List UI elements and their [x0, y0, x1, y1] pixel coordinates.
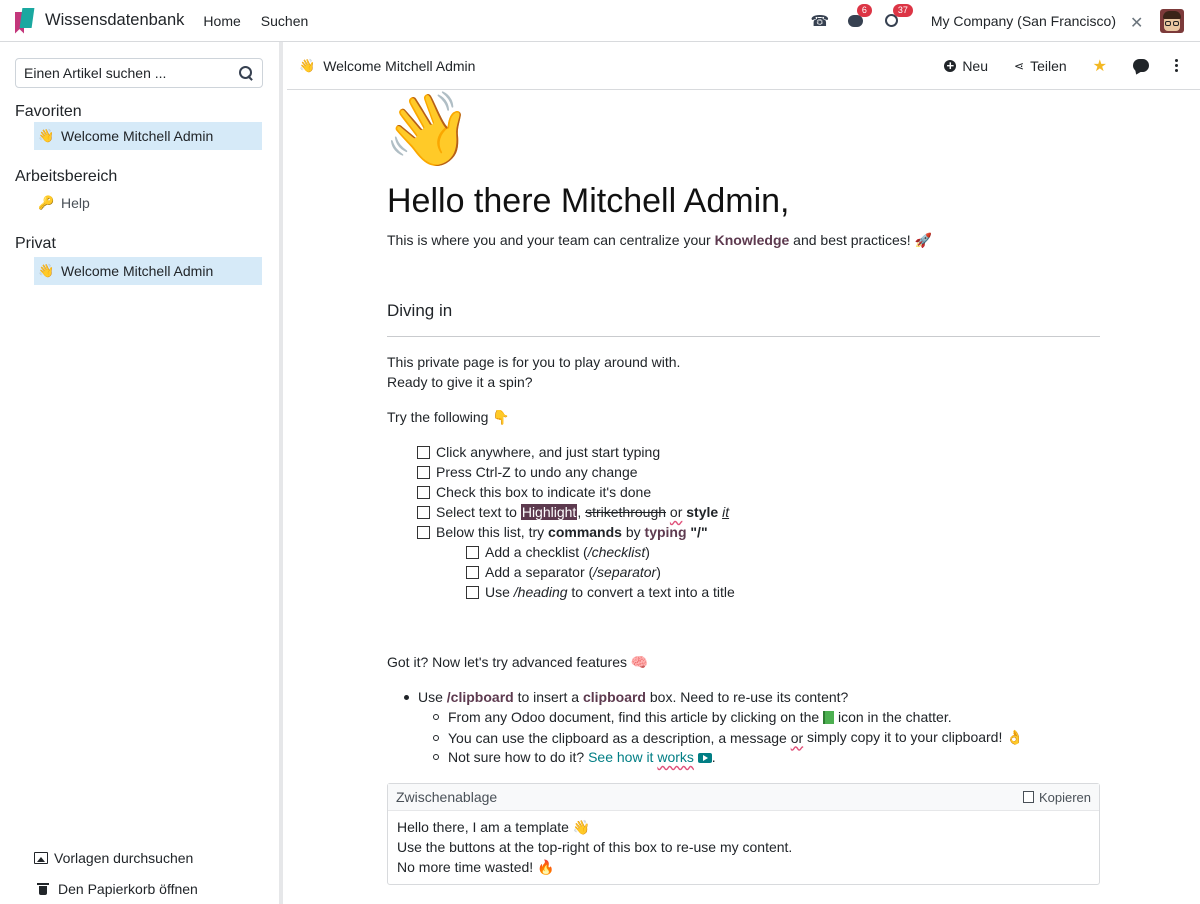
checkbox[interactable] — [417, 465, 430, 479]
clipboard-title: Zwischenablage — [396, 789, 498, 805]
checklist-item[interactable]: Select text to Highlight, strikethrough … — [417, 504, 729, 520]
wave-icon[interactable]: 👋 — [299, 58, 315, 74]
paragraph[interactable]: Got it? Now let's try advanced features … — [387, 654, 648, 671]
list-item[interactable]: Use /clipboard to insert a clipboard box… — [404, 689, 848, 705]
top-navbar: Wissensdatenbank Home Suchen ☎ 6 37 My C… — [0, 0, 1200, 42]
separator — [387, 336, 1100, 337]
checkbox[interactable] — [417, 485, 430, 499]
copy-button[interactable]: Kopieren — [1019, 788, 1091, 805]
debug-tools-icon[interactable]: ✕ — [1130, 13, 1146, 32]
article-cover-emoji[interactable]: 👋 — [383, 90, 473, 170]
plus-circle-icon: + — [944, 59, 957, 72]
phone-icon[interactable]: ☎ — [809, 10, 831, 32]
clipboard-line[interactable]: No more time wasted! 🔥 — [397, 857, 1090, 877]
share-button[interactable]: ⋖ Teilen — [1014, 58, 1067, 74]
wave-icon: 👋 — [38, 128, 55, 143]
browse-templates-button[interactable]: Vorlagen durchsuchen — [34, 850, 193, 866]
checkbox[interactable] — [466, 585, 479, 599]
article-title[interactable]: Hello there Mitchell Admin, — [387, 182, 790, 221]
sidebar-item-favorite-welcome[interactable]: 👋 Welcome Mitchell Admin — [34, 122, 262, 150]
checkbox[interactable] — [417, 505, 430, 519]
paragraph[interactable]: This private page is for you to play aro… — [387, 354, 680, 370]
breadcrumb-title[interactable]: Welcome Mitchell Admin — [323, 58, 475, 74]
sidebar: Favoriten 👋 Welcome Mitchell Admin Arbei… — [0, 42, 283, 904]
checklist-subitem[interactable]: Add a checklist (/checklist) — [466, 544, 650, 560]
list-subitem[interactable]: From any Odoo document, find this articl… — [433, 709, 952, 725]
share-icon: ⋖ — [1014, 58, 1025, 73]
breadcrumb: 👋 Welcome Mitchell Admin — [299, 58, 475, 74]
video-play-icon — [697, 753, 712, 763]
checklist-item[interactable]: Press Ctrl-Z to undo any change — [417, 464, 638, 480]
more-options-icon[interactable] — [1175, 59, 1178, 72]
new-label: Neu — [962, 57, 988, 74]
sidebar-item-label: Help — [61, 195, 90, 211]
sidebar-item-label: Welcome Mitchell Admin — [61, 128, 214, 144]
section-heading[interactable]: Diving in — [387, 301, 452, 321]
messages-badge: 6 — [856, 3, 872, 17]
sidebar-item-help[interactable]: 🔑 Help — [34, 189, 262, 217]
trash-icon — [36, 883, 50, 895]
bullet-circle — [433, 714, 439, 720]
nav-home[interactable]: Home — [203, 13, 240, 29]
clipboard-line[interactable]: Use the buttons at the top-right of this… — [397, 837, 1090, 857]
clipboard-line[interactable]: Hello there, I am a template 👋 — [397, 817, 1090, 837]
list-subitem[interactable]: Not sure how to do it? See how it works … — [433, 749, 716, 765]
nav-search[interactable]: Suchen — [261, 13, 308, 29]
company-switcher[interactable]: My Company (San Francisco) — [931, 13, 1116, 29]
key-icon: 🔑 — [38, 195, 55, 210]
activities-badge: 37 — [892, 3, 913, 17]
copy-icon — [1019, 788, 1034, 803]
user-avatar[interactable] — [1160, 8, 1184, 33]
checklist-item[interactable]: Check this box to indicate it's done — [417, 484, 651, 500]
clipboard-content[interactable]: Hello there, I am a template 👋 Use the b… — [388, 811, 1099, 883]
article-intro[interactable]: This is where you and your team can cent… — [387, 232, 932, 249]
checklist-item[interactable]: Click anywhere, and just start typing — [417, 444, 660, 460]
private-title: Privat — [15, 235, 56, 252]
knowledge-logo-icon[interactable] — [15, 7, 35, 34]
article-search-input[interactable] — [24, 65, 234, 81]
open-trash-button[interactable]: Den Papierkorb öffnen — [36, 881, 198, 897]
checkbox[interactable] — [417, 445, 430, 459]
bullet-circle — [433, 754, 439, 760]
checklist-item[interactable]: Below this list, try commands by typing … — [417, 524, 708, 540]
see-how-it-works-link[interactable]: See how it works — [588, 749, 712, 765]
workspace-title: Arbeitsbereich — [15, 168, 118, 185]
checkbox[interactable] — [466, 545, 479, 559]
checklist-subitem[interactable]: Add a separator (/separator) — [466, 564, 661, 580]
paragraph[interactable]: Try the following 👇 — [387, 409, 510, 426]
browse-templates-label: Vorlagen durchsuchen — [54, 850, 194, 866]
wave-icon: 👋 — [38, 263, 55, 278]
sidebar-item-label: Welcome Mitchell Admin — [61, 263, 214, 279]
open-trash-label: Den Papierkorb öffnen — [58, 881, 198, 897]
image-icon — [34, 852, 48, 864]
article-search[interactable] — [15, 58, 263, 88]
knowledge-book-icon — [823, 710, 835, 724]
clipboard-header: Zwischenablage Kopieren — [388, 784, 1099, 811]
checklist-subitem[interactable]: Use /heading to convert a text into a ti… — [466, 584, 735, 600]
search-icon[interactable] — [238, 65, 254, 81]
share-label: Teilen — [1030, 57, 1067, 74]
chatter-icon[interactable] — [1133, 59, 1149, 72]
article-header: 👋 Welcome Mitchell Admin + Neu ⋖ Teilen … — [287, 42, 1200, 90]
clipboard-box[interactable]: Zwischenablage Kopieren Hello there, I a… — [387, 783, 1100, 885]
checkbox[interactable] — [417, 525, 430, 539]
list-subitem[interactable]: You can use the clipboard as a descripti… — [433, 729, 1024, 746]
app-name[interactable]: Wissensdatenbank — [45, 11, 184, 30]
new-article-button[interactable]: + Neu — [944, 58, 988, 74]
activities-icon[interactable]: 37 — [881, 3, 913, 32]
checkbox[interactable] — [466, 565, 479, 579]
favorite-star-icon[interactable]: ★ — [1093, 56, 1107, 76]
sidebar-item-private-welcome[interactable]: 👋 Welcome Mitchell Admin — [34, 257, 262, 285]
messages-icon[interactable]: 6 — [845, 3, 872, 32]
paragraph[interactable]: Ready to give it a spin? — [387, 374, 533, 390]
favorites-title: Favoriten — [15, 103, 82, 120]
bullet-circle — [433, 734, 439, 741]
copy-label: Kopieren — [1038, 789, 1091, 805]
bullet-dot — [404, 694, 409, 700]
